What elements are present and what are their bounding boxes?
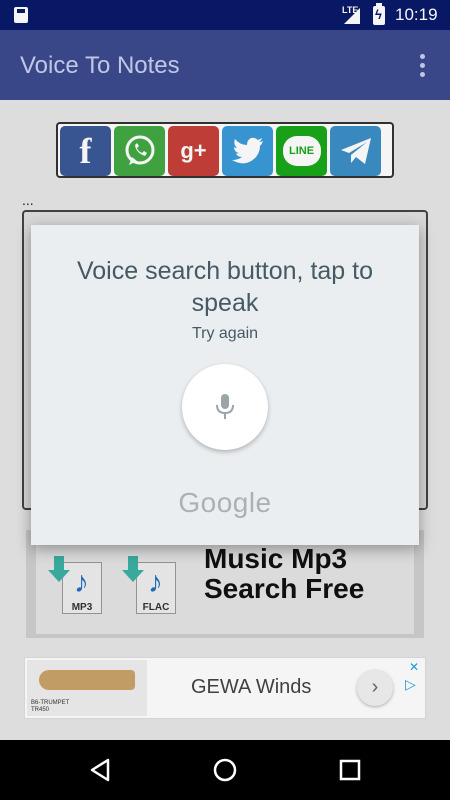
microphone-button[interactable] <box>182 364 268 450</box>
recents-icon[interactable] <box>334 754 366 786</box>
voice-prompt: Voice search button, tap to speak <box>76 257 374 317</box>
voice-status: Try again <box>191 325 259 342</box>
back-icon[interactable] <box>84 754 116 786</box>
voice-search-dialog: Voice search button, tap to speak Try ag… <box>31 225 419 545</box>
home-icon[interactable] <box>209 754 241 786</box>
microphone-icon <box>216 394 234 419</box>
google-logo: Google <box>178 487 272 518</box>
navigation-bar <box>0 740 450 800</box>
